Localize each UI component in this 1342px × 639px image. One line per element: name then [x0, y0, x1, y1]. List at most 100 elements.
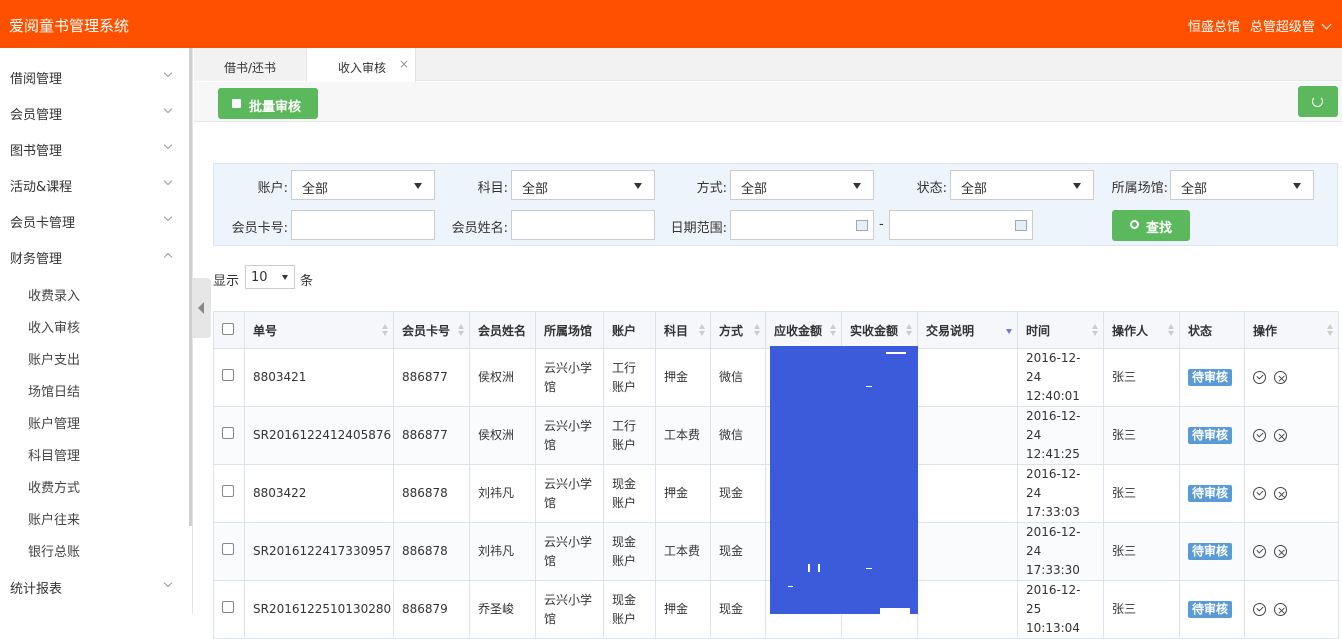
sidebar-subitem-account-management[interactable]: 账户管理	[28, 413, 80, 432]
date-text: 2016-12-24	[1026, 525, 1081, 558]
col-operator[interactable]: 操作人	[1103, 311, 1180, 349]
chevron-down-icon	[163, 68, 173, 78]
header-label: 状态	[1188, 323, 1213, 338]
page-size-control: 显示 10 条	[213, 265, 313, 289]
member-name-input[interactable]	[511, 210, 655, 240]
card-no-cell: 886878	[393, 464, 470, 523]
row-checkbox[interactable]	[222, 427, 234, 439]
select-value: 全部	[302, 182, 329, 197]
col-amount-due[interactable]: 应收金额	[765, 311, 842, 349]
sidebar-subitem-fee-entry[interactable]: 收费录入	[28, 285, 80, 304]
date-text: 2016-12-24	[1026, 351, 1081, 384]
method-select[interactable]: 全部	[730, 170, 874, 200]
reject-icon[interactable]	[1274, 485, 1287, 504]
sidebar-item-reports[interactable]: 统计报表	[0, 568, 190, 604]
row-checkbox[interactable]	[222, 485, 234, 497]
approve-icon[interactable]	[1253, 371, 1266, 384]
time-cell: 2016-12-24 17:33:03	[1017, 464, 1104, 523]
col-note[interactable]: 交易说明	[917, 311, 1018, 349]
card-number-input[interactable]	[291, 210, 435, 240]
date-end-input[interactable]	[889, 210, 1033, 240]
app-title: 爱阅童书管理系统	[9, 17, 130, 35]
sidebar-subitem-account-transfers[interactable]: 账户往来	[28, 509, 80, 528]
header-label: 会员卡号	[402, 323, 451, 338]
close-icon[interactable]: ×	[399, 57, 409, 71]
row-select-cell	[213, 464, 245, 523]
card-no-cell: 886878	[393, 522, 470, 581]
sidebar-item-borrow[interactable]: 借阅管理	[0, 58, 190, 94]
row-checkbox[interactable]	[222, 543, 234, 555]
date-start-input[interactable]	[730, 210, 874, 240]
venue-cell: 云兴小学馆	[535, 406, 604, 465]
sidebar-item-label: 图书管理	[10, 144, 63, 159]
col-subject[interactable]: 科目	[655, 311, 711, 349]
row-checkbox[interactable]	[222, 369, 234, 381]
sidebar-item-finance[interactable]: 财务管理	[0, 238, 190, 274]
status-badge: 待审核	[1188, 427, 1233, 444]
reject-icon[interactable]	[1274, 427, 1287, 446]
header-label: 科目	[664, 323, 689, 338]
col-amount-paid[interactable]: 实收金额	[841, 311, 918, 349]
sidebar-collapse-handle[interactable]	[193, 278, 211, 338]
select-all-cell	[213, 311, 245, 349]
col-time[interactable]: 时间	[1017, 311, 1104, 349]
col-order-no[interactable]: 单号	[244, 311, 394, 349]
col-method[interactable]: 方式	[710, 311, 766, 349]
time-text: 12:40:01	[1026, 389, 1080, 403]
row-checkbox[interactable]	[222, 601, 234, 613]
calendar-icon[interactable]	[1015, 220, 1027, 231]
sidebar-subitem-daily-settlement[interactable]: 场馆日结	[28, 381, 80, 400]
approve-icon[interactable]	[1253, 545, 1266, 558]
sidebar-subitem-payment-methods[interactable]: 收费方式	[28, 477, 80, 496]
note-cell	[917, 522, 1018, 581]
card-no-cell: 886877	[393, 406, 470, 465]
header-label: 所属场馆	[544, 323, 593, 338]
search-button[interactable]: 查找	[1112, 210, 1190, 241]
method-cell: 微信	[710, 348, 766, 407]
batch-review-button[interactable]: 批量审核	[218, 88, 318, 119]
reject-icon[interactable]	[1274, 543, 1287, 562]
refresh-button[interactable]	[1298, 86, 1338, 117]
venue-name[interactable]: 恒盛总馆	[1188, 16, 1240, 35]
page-size-prefix: 显示	[213, 274, 240, 289]
row-select-cell	[213, 348, 245, 407]
venue-select[interactable]: 全部	[1170, 170, 1314, 200]
member-name-cell: 侯权洲	[469, 348, 536, 407]
sidebar-item-books[interactable]: 图书管理	[0, 130, 190, 166]
sidebar-subitem-bank-ledger[interactable]: 银行总账	[28, 541, 80, 560]
approve-icon[interactable]	[1253, 429, 1266, 442]
tab-label: 借书/还书	[224, 61, 277, 75]
actions-cell	[1244, 406, 1339, 465]
row-select-cell	[213, 580, 245, 639]
select-all-checkbox[interactable]	[222, 322, 234, 335]
sidebar-item-members[interactable]: 会员管理	[0, 94, 190, 130]
status-select[interactable]: 全部	[950, 170, 1094, 200]
note-cell	[917, 406, 1018, 465]
page-size-select[interactable]: 10	[245, 265, 295, 289]
caret-down-icon	[634, 183, 642, 189]
sidebar-item-cards[interactable]: 会员卡管理	[0, 202, 190, 238]
sidebar-item-activities[interactable]: 活动&课程	[0, 166, 190, 202]
approve-icon[interactable]	[1253, 487, 1266, 500]
time-text: 17:33:03	[1026, 505, 1080, 519]
subject-select[interactable]: 全部	[511, 170, 655, 200]
account-select[interactable]: 全部	[291, 170, 435, 200]
col-card-no[interactable]: 会员卡号	[393, 311, 470, 349]
reject-icon[interactable]	[1274, 601, 1287, 620]
calendar-icon[interactable]	[856, 220, 868, 231]
tab-income-review[interactable]: 收入审核 ×	[306, 48, 416, 82]
tab-borrow-return[interactable]: 借书/还书	[194, 48, 306, 81]
account-cell: 现金账户	[603, 522, 656, 581]
subject-cell: 工本费	[655, 406, 711, 465]
reject-icon[interactable]	[1274, 369, 1287, 388]
user-menu[interactable]: 总管超级管	[1250, 16, 1332, 35]
header-label: 操作	[1253, 323, 1278, 338]
col-actions[interactable]: 操作	[1244, 311, 1339, 349]
sidebar-subitem-income-review[interactable]: 收入审核	[28, 317, 80, 336]
approve-icon[interactable]	[1253, 603, 1266, 616]
sidebar-subitem-account-expense[interactable]: 账户支出	[28, 349, 80, 368]
sort-icon	[754, 324, 760, 338]
sidebar-subitem-subject-management[interactable]: 科目管理	[28, 445, 80, 464]
method-cell: 现金	[710, 522, 766, 581]
header-label: 应收金额	[774, 323, 823, 338]
